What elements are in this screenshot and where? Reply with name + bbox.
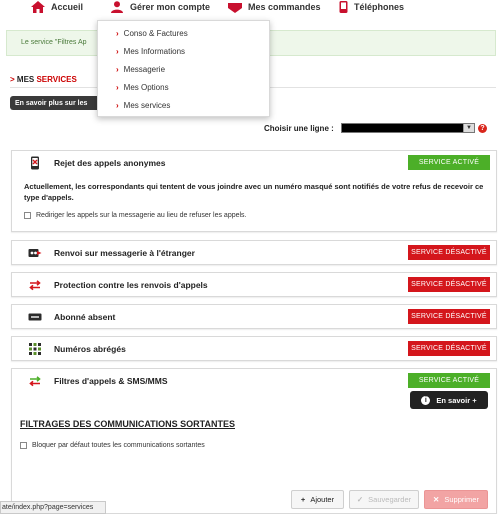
outgoing-filters-heading: FILTRAGES DES COMMUNICATIONS SORTANTES [20,419,235,429]
nav-orders[interactable]: Mes commandes [228,0,321,14]
line-select[interactable]: ▼ [341,123,475,133]
add-button[interactable]: + Ajouter [291,490,344,509]
save-button-label: Sauvegarder [368,495,412,504]
delete-button[interactable]: ✕ Supprimer [424,490,488,509]
menu-item-information[interactable]: › Mes Informations [116,47,185,56]
caret-right-icon: › [116,47,119,56]
menu-item-label: Mes Options [123,83,169,92]
title-arrow: > [10,75,15,84]
menu-item-messaging[interactable]: › Messagerie [116,65,165,74]
block-outgoing-label: Bloquer par défaut toutes les communicat… [32,442,205,449]
nav-orders-label: Mes commandes [248,2,321,12]
service-card-anonymous: Rejet des appels anonymes SERVICE ACTIVÉ… [11,150,497,232]
block-outgoing-option[interactable]: Bloquer par défaut toutes les communicat… [20,442,205,449]
title-suffix: SERVICES [36,75,77,84]
service-title: Rejet des appels anonymes [54,158,166,168]
learn-more-label: En savoir plus sur les [15,99,88,107]
service-title: Abonné absent [54,312,116,322]
menu-item-label: Messagerie [123,65,166,74]
status-bar-url: ate/index.php?page=services [0,501,106,514]
menu-item-options[interactable]: › Mes Options [116,83,169,92]
more-info-button[interactable]: i En savoir + [410,391,488,409]
info-icon: i [421,395,431,405]
home-icon [31,1,45,13]
add-button-label: Ajouter [310,495,335,504]
delete-icon: ✕ [433,495,440,504]
redirect-arrows-icon [28,278,42,292]
status-badge[interactable]: SERVICE ACTIVÉ [408,373,490,388]
redirect-option[interactable]: Rediriger les appels sur la messagerie a… [24,212,247,219]
short-numbers-icon [28,342,42,356]
service-description: Actuellement, les correspondants qui ten… [24,182,484,202]
service-card-header[interactable]: Rejet des appels anonymes SERVICE ACTIVÉ [12,151,496,175]
voicemail-forward-icon [28,246,42,260]
service-card-absent-subscriber[interactable]: Abonné absent SERVICE DÉSACTIVÉ [11,304,497,329]
page-title: > MES SERVICES [10,75,77,84]
service-card-header[interactable]: Filtres d'appels & SMS/MMS SERVICE ACTIV… [12,369,496,393]
title-prefix: MES [16,75,37,84]
save-button[interactable]: ✓ Sauvegarder [349,490,419,509]
menu-item-label: Conso & Factures [123,29,188,38]
status-badge[interactable]: SERVICE DÉSACTIVÉ [408,277,490,292]
caret-right-icon: › [116,83,119,92]
absent-subscriber-icon [28,310,42,324]
success-message-text: Le service "Filtres Ap [21,39,87,46]
redirect-checkbox-label: Rediriger les appels sur la messagerie a… [36,212,247,219]
caret-right-icon: › [116,101,119,110]
menu-item-services[interactable]: › Mes services [116,101,170,110]
menu-item-billing[interactable]: › Conso & Factures [116,29,188,38]
filter-arrows-icon [28,374,42,388]
save-icon: ✓ [356,495,364,504]
menu-item-label: Mes Informations [123,47,186,56]
status-badge[interactable]: SERVICE DÉSACTIVÉ [408,309,490,324]
account-dropdown-menu: › Conso & Factures › Mes Informations › Mes… [97,20,270,117]
service-card-forward-protection[interactable]: Protection contre les renvois d'appels S… [11,272,497,297]
service-card-short-numbers[interactable]: Numéros abrégés SERVICE DÉSACTIVÉ [11,336,497,361]
block-outgoing-checkbox[interactable] [20,442,27,449]
service-title: Protection contre les renvois d'appels [54,280,208,290]
service-title: Renvoi sur messagerie à l'étranger [54,248,195,258]
user-icon [110,1,124,13]
status-badge[interactable]: SERVICE ACTIVÉ [408,155,490,170]
top-navigation: Accueil Gérer mon compte Mes commandes T… [0,0,500,14]
nav-account-label: Gérer mon compte [130,2,211,12]
more-info-label: En savoir + [436,395,477,405]
phone-blocked-icon [28,156,42,170]
nav-home[interactable]: Accueil [31,0,83,14]
menu-item-label: Mes services [123,101,171,110]
status-badge[interactable]: SERVICE DÉSACTIVÉ [408,341,490,356]
chevron-down-icon[interactable]: ▼ [463,124,474,132]
nav-home-label: Accueil [51,2,84,12]
shopping-bag-icon [228,1,242,13]
phone-icon [339,1,348,13]
redirect-checkbox[interactable] [24,212,31,219]
help-icon[interactable]: ? [478,124,487,133]
nav-account[interactable]: Gérer mon compte [110,0,210,14]
delete-button-label: Supprimer [444,495,479,504]
nav-phones-label: Téléphones [354,2,405,12]
plus-icon: + [300,495,306,504]
nav-phones[interactable]: Téléphones [339,0,404,14]
line-chooser-label: Choisir une ligne : [264,124,334,133]
learn-more-button[interactable]: En savoir plus sur les [10,96,105,110]
service-card-voicemail-abroad[interactable]: Renvoi sur messagerie à l'étranger SERVI… [11,240,497,265]
status-badge[interactable]: SERVICE DÉSACTIVÉ [408,245,490,260]
service-title: Filtres d'appels & SMS/MMS [54,376,168,386]
service-title: Numéros abrégés [54,344,126,354]
caret-right-icon: › [116,65,119,74]
caret-right-icon: › [116,29,119,38]
